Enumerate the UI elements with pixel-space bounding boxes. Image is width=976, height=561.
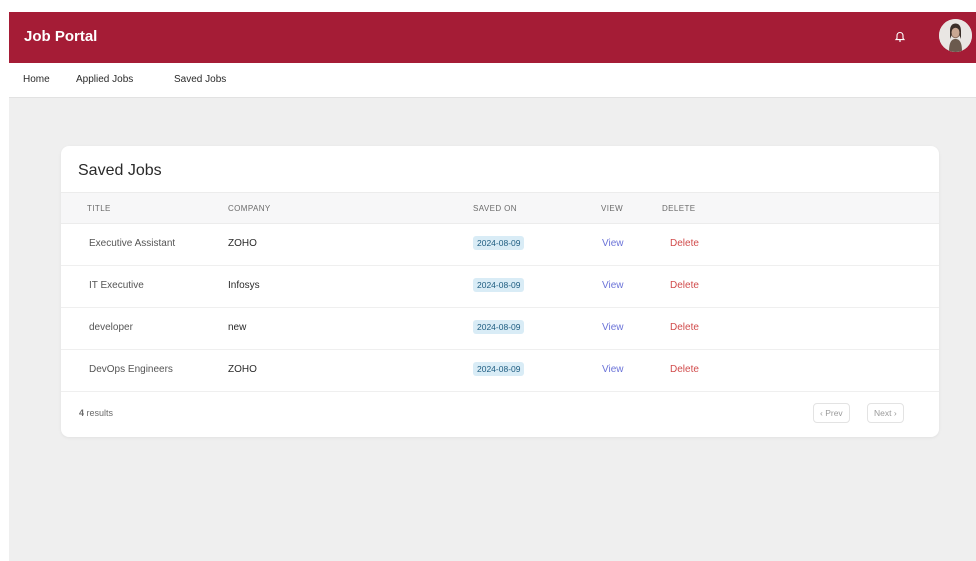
column-header-delete: DELETE bbox=[662, 204, 696, 213]
company-name: ZOHO bbox=[228, 238, 257, 249]
column-header-title: TITLE bbox=[87, 204, 111, 213]
column-header-saved-on: SAVED ON bbox=[473, 204, 517, 213]
table-header: TITLE COMPANY SAVED ON VIEW DELETE bbox=[61, 192, 939, 224]
company-name: ZOHO bbox=[228, 364, 257, 375]
job-title: IT Executive bbox=[89, 280, 144, 291]
table-row: developer new 2024-08-09 View Delete bbox=[61, 308, 939, 350]
saved-jobs-card: Saved Jobs TITLE COMPANY SAVED ON VIEW D… bbox=[61, 146, 939, 437]
delete-link[interactable]: Delete bbox=[670, 280, 699, 291]
user-avatar-icon bbox=[939, 19, 972, 52]
user-avatar[interactable] bbox=[939, 19, 972, 52]
job-title: developer bbox=[89, 322, 133, 333]
table-row: Executive Assistant ZOHO 2024-08-09 View… bbox=[61, 224, 939, 266]
view-link[interactable]: View bbox=[602, 280, 624, 291]
bell-icon[interactable] bbox=[893, 30, 907, 44]
card-title: Saved Jobs bbox=[78, 162, 162, 179]
saved-on-badge: 2024-08-09 bbox=[473, 278, 525, 292]
next-page-button[interactable]: Next › bbox=[867, 403, 904, 423]
view-link[interactable]: View bbox=[602, 322, 624, 333]
nav-applied-jobs-link[interactable]: Applied Jobs bbox=[76, 74, 133, 85]
results-summary: 4 results bbox=[79, 408, 113, 418]
nav-bar: Home Applied Jobs Saved Jobs bbox=[9, 63, 976, 98]
saved-on-badge: 2024-08-09 bbox=[473, 236, 525, 250]
company-name: Infosys bbox=[228, 280, 260, 291]
app-window: Job Portal Home Applied Jobs Saved Jobs … bbox=[9, 12, 976, 561]
top-header: Job Portal bbox=[9, 12, 976, 63]
job-title: DevOps Engineers bbox=[89, 364, 173, 375]
app-title[interactable]: Job Portal bbox=[24, 28, 97, 45]
nav-home-link[interactable]: Home bbox=[23, 74, 50, 85]
view-link[interactable]: View bbox=[602, 238, 624, 249]
delete-link[interactable]: Delete bbox=[670, 238, 699, 249]
prev-page-button[interactable]: ‹ Prev bbox=[813, 403, 850, 423]
view-link[interactable]: View bbox=[602, 364, 624, 375]
results-count: 4 bbox=[79, 408, 85, 418]
company-name: new bbox=[228, 322, 247, 333]
delete-link[interactable]: Delete bbox=[670, 322, 699, 333]
results-label: results bbox=[86, 408, 114, 418]
delete-link[interactable]: Delete bbox=[670, 364, 699, 375]
table-row: IT Executive Infosys 2024-08-09 View Del… bbox=[61, 266, 939, 308]
column-header-company: COMPANY bbox=[228, 204, 271, 213]
nav-saved-jobs-link[interactable]: Saved Jobs bbox=[174, 74, 226, 85]
saved-on-badge: 2024-08-09 bbox=[473, 362, 525, 376]
saved-on-badge: 2024-08-09 bbox=[473, 320, 525, 334]
table-row: DevOps Engineers ZOHO 2024-08-09 View De… bbox=[61, 350, 939, 392]
job-title: Executive Assistant bbox=[89, 238, 176, 249]
column-header-view: VIEW bbox=[601, 204, 624, 213]
